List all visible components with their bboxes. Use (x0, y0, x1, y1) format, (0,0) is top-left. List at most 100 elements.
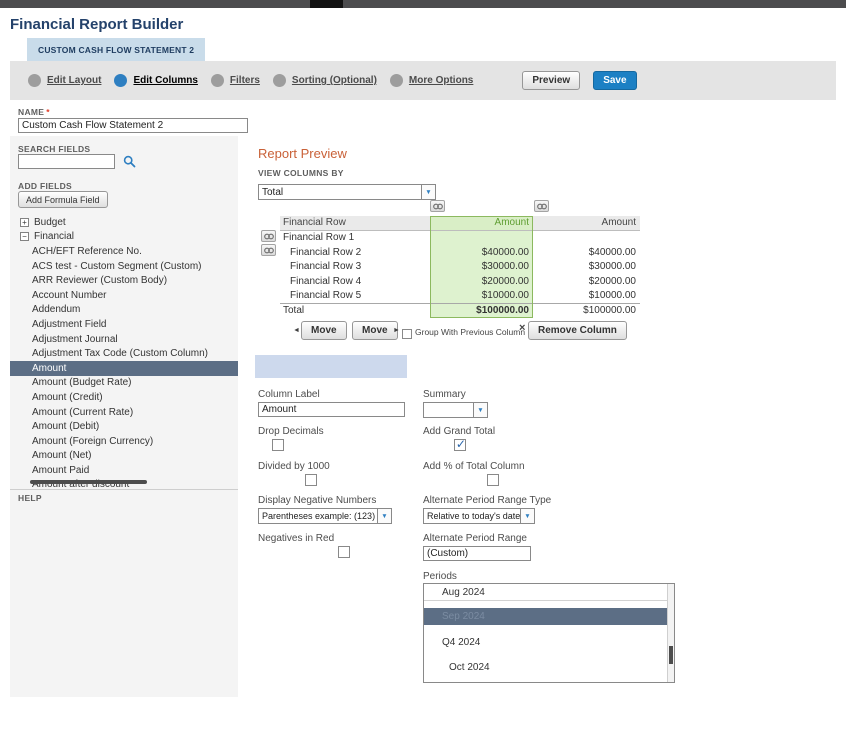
report-name-input[interactable] (18, 118, 248, 133)
step-more-options[interactable]: More Options (389, 74, 473, 87)
scrollbar-thumb[interactable] (669, 646, 673, 664)
add-grand-total-checkbox[interactable] (453, 437, 466, 451)
field-item-amount-selected[interactable]: Amount (10, 360, 238, 376)
alternate-period-range-type-label: Alternate Period Range Type (423, 495, 552, 506)
add-grand-total-label: Add Grand Total (423, 426, 496, 437)
tree-group-label: Budget (34, 216, 66, 228)
field-item[interactable]: Amount Paid (10, 463, 238, 478)
link-row-button[interactable] (261, 230, 276, 242)
period-option[interactable]: Aug 2024 (424, 584, 668, 601)
cell: $20000.00 (588, 275, 636, 287)
add-formula-field-button[interactable]: Add Formula Field (18, 191, 108, 208)
period-option-selected[interactable]: Sep 2024 (424, 608, 668, 625)
field-item[interactable]: ARR Reviewer (Custom Body) (10, 273, 238, 288)
alternate-period-range-label: Alternate Period Range (423, 533, 527, 544)
row-label: Financial Row 1 (283, 232, 355, 244)
step-bullet-icon (389, 74, 403, 87)
periods-label: Periods (423, 571, 457, 582)
search-fields-input[interactable] (18, 154, 115, 169)
field-item[interactable]: ACH/EFT Reference No. (10, 244, 238, 259)
report-preview-table: Financial Row Amount Amount Financial Ro… (280, 216, 640, 318)
magnifier-glyph (123, 155, 136, 168)
row-label: Financial Row 3 (290, 261, 362, 273)
field-item[interactable]: Adjustment Field (10, 317, 238, 332)
field-item[interactable]: ACS test - Custom Segment (Custom) (10, 259, 238, 274)
total-row-label: Total (280, 303, 430, 318)
tree-group-budget[interactable]: + Budget (10, 215, 238, 230)
column-header-financial-row[interactable]: Financial Row (280, 216, 430, 231)
cell: $10000.00 (430, 288, 533, 303)
page-title: Financial Report Builder (10, 16, 184, 33)
tab-custom-cash-flow-statement[interactable]: CUSTOM CASH FLOW STATEMENT 2 (27, 38, 206, 61)
period-option[interactable]: Oct 2024 (424, 659, 668, 676)
link-column-button[interactable] (430, 200, 445, 212)
move-right-arrow-icon: ► (393, 327, 400, 334)
negatives-in-red-checkbox[interactable] (338, 546, 351, 558)
row-label: Financial Row 2 (290, 246, 362, 258)
divided-by-1000-checkbox[interactable] (305, 474, 318, 486)
remove-column-button[interactable]: Remove Column (528, 321, 627, 340)
column-drag-placeholder (255, 355, 407, 378)
period-option[interactable]: Q4 2024 (424, 634, 668, 651)
display-negative-numbers-select[interactable]: Parentheses example: (123) ▼ (258, 508, 392, 524)
alternate-period-range-type-select[interactable]: Relative to today's date ▼ (423, 508, 535, 524)
field-item[interactable]: Account Number (10, 288, 238, 303)
step-filters[interactable]: Filters (210, 74, 260, 87)
drop-decimals-checkbox[interactable] (272, 439, 285, 451)
top-bar (0, 0, 846, 8)
fields-sidebar: SEARCH FIELDS ADD FIELDS Add Formula Fie… (10, 136, 238, 697)
divider (10, 489, 238, 490)
group-with-previous-checkbox[interactable] (402, 329, 412, 339)
chain-link-icon (432, 203, 443, 209)
step-sorting[interactable]: Sorting (Optional) (272, 74, 377, 87)
add-fields-label: ADD FIELDS (18, 181, 72, 191)
field-item[interactable]: Adjustment Tax Code (Custom Column) (10, 346, 238, 361)
move-column-left-button[interactable]: Move (301, 321, 347, 340)
view-columns-by-label: VIEW COLUMNS BY (258, 168, 344, 178)
move-left-arrow-icon: ◄ (293, 327, 300, 334)
move-column-right-button[interactable]: Move (352, 321, 398, 340)
summary-select[interactable]: ▼ (423, 402, 488, 418)
field-item[interactable]: Addendum (10, 303, 238, 318)
collapse-icon[interactable]: − (20, 232, 29, 242)
link-row-button[interactable] (261, 244, 276, 256)
top-bar-dark-segment (310, 0, 343, 8)
required-asterisk: * (46, 107, 50, 117)
expand-icon[interactable]: + (20, 217, 29, 227)
remove-icon[interactable]: × (519, 322, 525, 334)
column-header-amount[interactable]: Amount (533, 216, 640, 231)
financial-report-builder-app: Financial Report Builder CUSTOM CASH FLO… (0, 0, 846, 749)
divided-by-1000-label: Divided by 1000 (258, 461, 330, 472)
vertical-scrollbar[interactable] (667, 584, 674, 682)
step-label: Edit Columns (133, 75, 198, 86)
step-label: Edit Layout (47, 75, 102, 86)
field-item[interactable]: Amount (Net) (10, 449, 238, 464)
link-column-button[interactable] (534, 200, 549, 212)
fields-tree: + Budget − Financial ACH/EFT Reference N… (10, 215, 238, 488)
view-columns-by-select[interactable]: Total ▼ (258, 184, 436, 200)
step-edit-columns[interactable]: Edit Columns (114, 74, 198, 87)
field-item[interactable]: Amount (Credit) (10, 390, 238, 405)
horizontal-scrollbar-thumb[interactable] (30, 480, 147, 484)
add-percent-of-total-checkbox[interactable] (486, 474, 499, 486)
field-item[interactable]: Amount (Current Rate) (10, 405, 238, 420)
column-header-amount-selected[interactable]: Amount (430, 216, 533, 231)
drop-decimals-label: Drop Decimals (258, 426, 324, 437)
name-label-text: NAME (18, 107, 45, 117)
search-icon[interactable] (123, 155, 136, 168)
field-item[interactable]: Amount (Debit) (10, 419, 238, 434)
alternate-period-range-input[interactable] (423, 546, 531, 561)
save-button[interactable]: Save (593, 71, 637, 90)
field-item[interactable]: Amount (Budget Rate) (10, 376, 238, 391)
field-item[interactable]: Adjustment Journal (10, 332, 238, 347)
step-bullet-icon (28, 74, 41, 87)
step-bullet-icon (114, 74, 128, 87)
field-item[interactable]: Amount (Foreign Currency) (10, 434, 238, 449)
step-label: Sorting (Optional) (291, 75, 377, 86)
column-label-input[interactable] (258, 402, 405, 417)
group-with-previous-label: Group With Previous Column (415, 327, 526, 337)
cell: $10000.00 (588, 290, 636, 302)
tree-group-financial[interactable]: − Financial (10, 230, 238, 245)
step-edit-layout[interactable]: Edit Layout (28, 74, 101, 87)
preview-button[interactable]: Preview (522, 71, 581, 90)
